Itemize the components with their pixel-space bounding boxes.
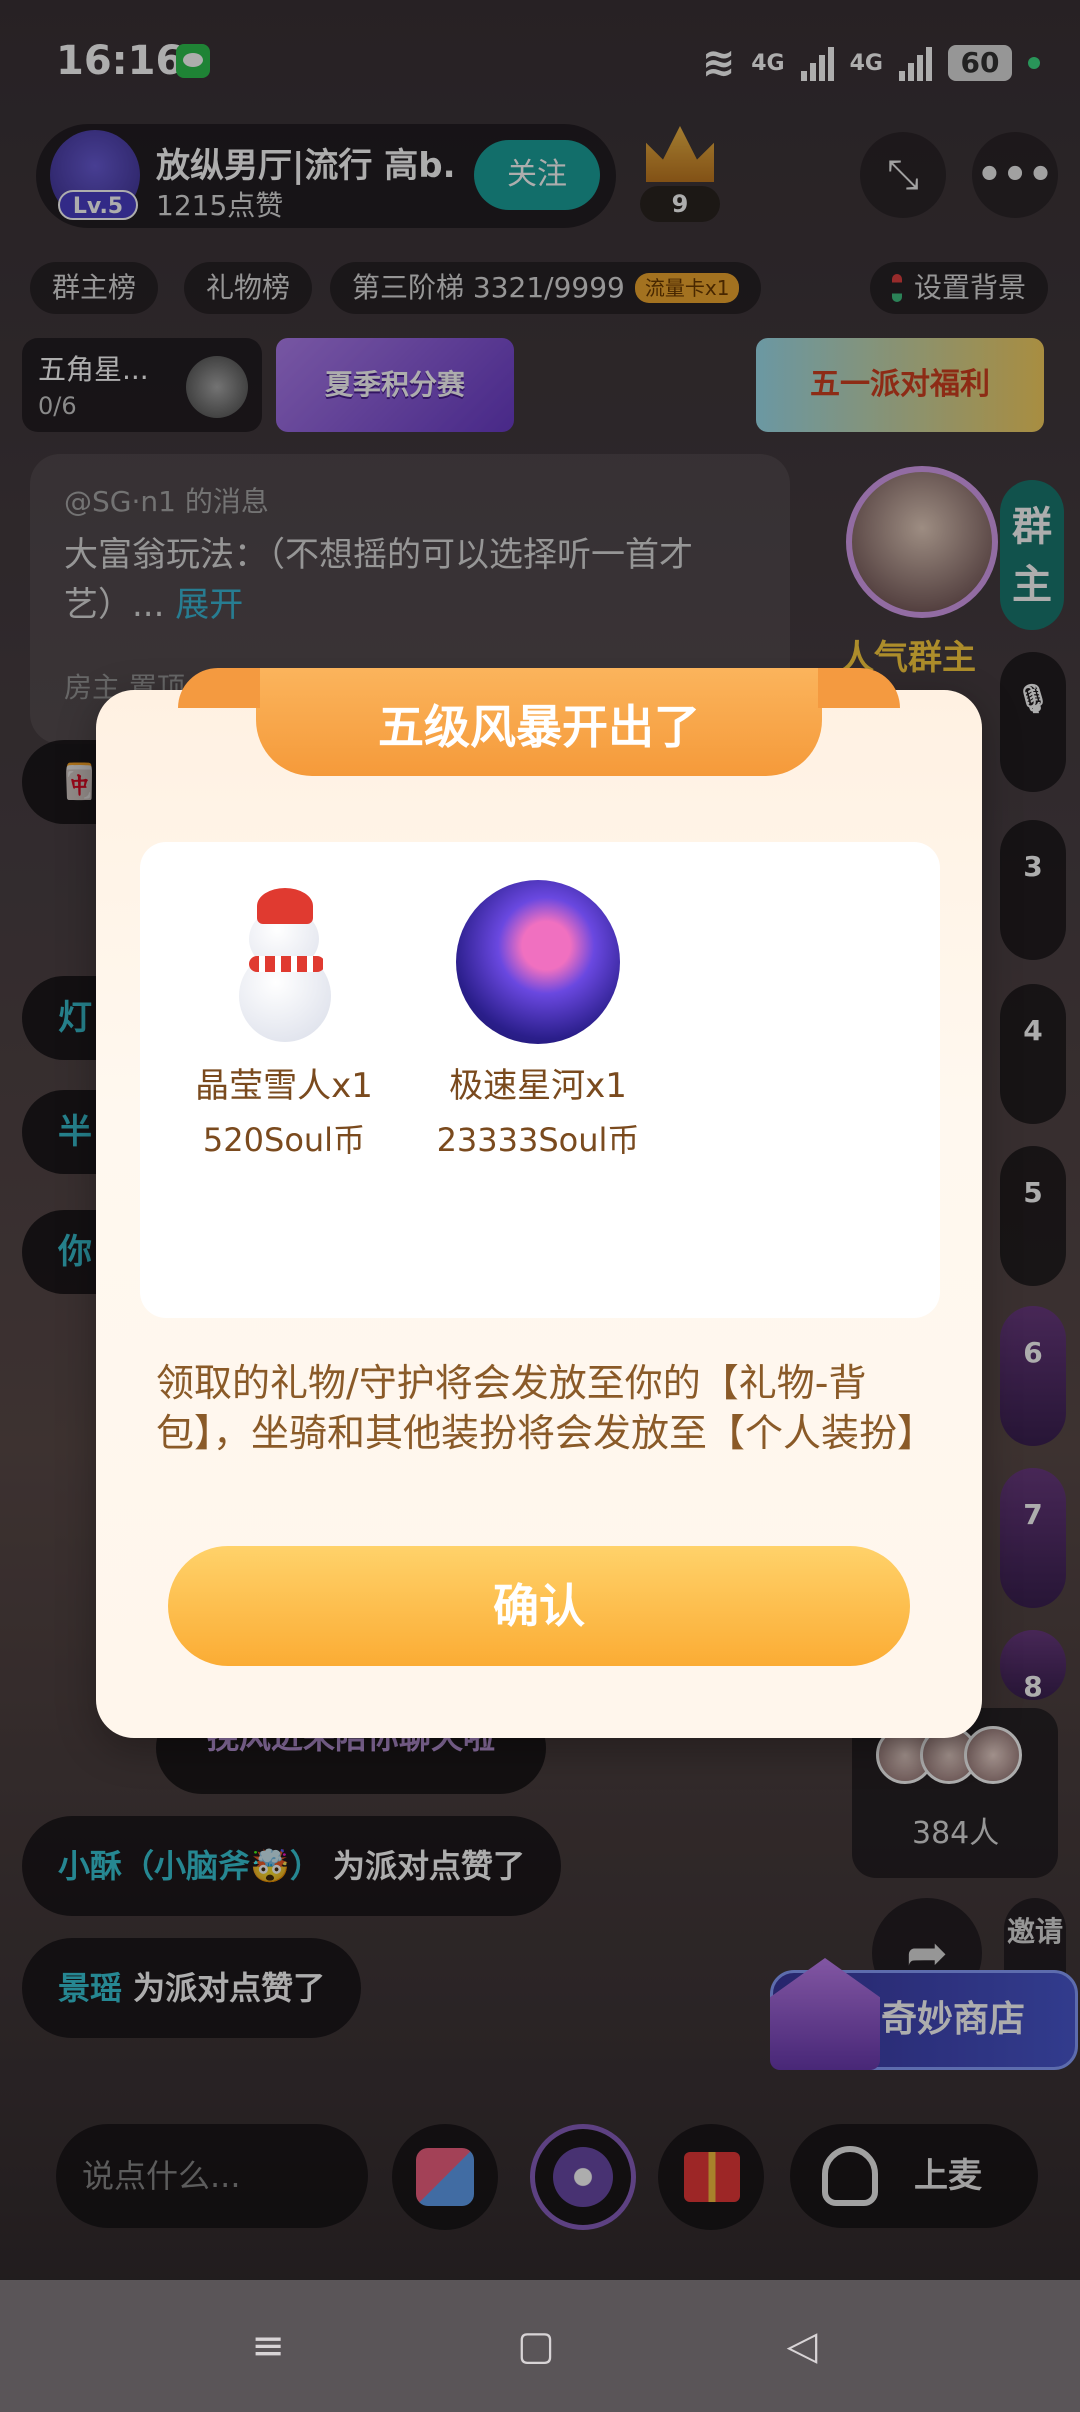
snowman-gift-icon (209, 880, 359, 1044)
reward-item: 晶莹雪人x1 520Soul币 (174, 880, 394, 1161)
modal-title: 五级风暴开出了 (378, 700, 700, 754)
galaxy-gift-icon (456, 880, 620, 1044)
reward-name: 极速星河x1 (449, 1066, 627, 1106)
reward-delivery-note: 领取的礼物/守护将会发放至你的【礼物-背包】，坐骑和其他装扮将会发放至【个人装扮… (156, 1361, 936, 1455)
back-icon[interactable]: ◁ (778, 2322, 826, 2370)
confirm-button[interactable]: 确认 (168, 1546, 910, 1666)
reward-price: 23333Soul币 (436, 1121, 640, 1159)
reward-item: 极速星河x1 23333Soul币 (428, 880, 648, 1161)
reward-price: 520Soul币 (202, 1121, 366, 1159)
reward-name: 晶莹雪人x1 (195, 1066, 373, 1106)
home-icon[interactable]: ▢ (512, 2322, 560, 2370)
menu-icon[interactable]: ≡ (244, 2322, 292, 2370)
